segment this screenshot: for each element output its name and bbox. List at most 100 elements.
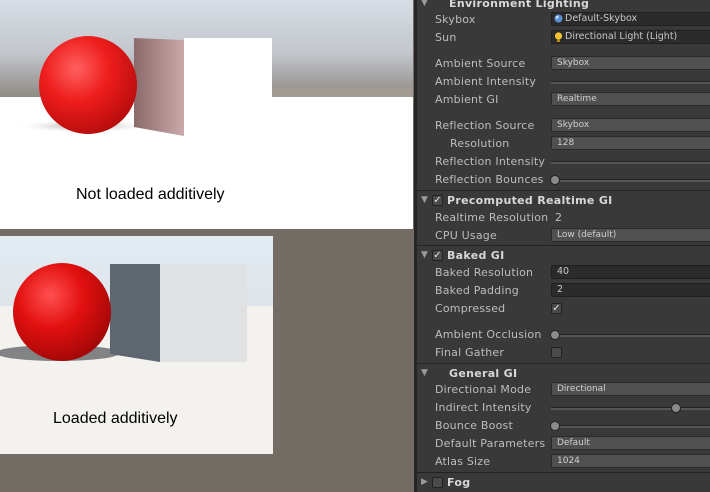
section-title: Environment Lighting (449, 0, 590, 10)
ambient-intensity-slider[interactable] (551, 81, 710, 84)
ambient-intensity-label: Ambient Intensity (435, 75, 537, 88)
cube-front-face (184, 38, 272, 136)
indirect-intensity-slider[interactable] (551, 403, 710, 413)
reflection-bounces-slider[interactable] (550, 175, 710, 185)
cube-side-face (134, 38, 184, 136)
section-title: Baked GI (447, 249, 505, 262)
triangle-down-icon[interactable]: ▼ (421, 368, 428, 378)
resolution-dropdown[interactable]: 128 (551, 136, 710, 150)
scene-preview-not-additive: Not loaded additively (0, 0, 413, 229)
cube-front-face (160, 264, 247, 362)
compressed-checkbox[interactable]: ✓ (551, 303, 562, 314)
default-parameters-label: Default Parameters (435, 437, 546, 450)
baked-resolution-field[interactable]: 40 (551, 265, 710, 279)
section-fog[interactable]: ▶ Fog (417, 474, 710, 492)
indirect-intensity-row: Indirect Intensity (417, 399, 710, 417)
section-title: Fog (447, 476, 471, 489)
baked-padding-label: Baked Padding (435, 284, 519, 297)
skybox-label: Skybox (435, 13, 476, 26)
precomputed-gi-checkbox[interactable]: ✓ (432, 195, 443, 206)
cpu-usage-row: CPU Usage Low (default) (417, 227, 710, 245)
cpu-usage-dropdown[interactable]: Low (default) (551, 228, 710, 242)
reflection-source-label: Reflection Source (435, 119, 535, 132)
skybox-field[interactable]: Default-Skybox (551, 12, 710, 26)
red-sphere (39, 36, 137, 134)
caption-not-loaded: Not loaded additively (76, 186, 225, 203)
slider-handle[interactable] (550, 421, 560, 431)
slider-handle[interactable] (550, 175, 560, 185)
resolution-row: Resolution 128 (417, 135, 710, 153)
section-title: Precomputed Realtime GI (447, 194, 613, 207)
ambient-occlusion-label: Ambient Occlusion (435, 328, 542, 341)
baked-gi-checkbox[interactable]: ✓ (432, 250, 443, 261)
baked-padding-field[interactable]: 2 (551, 283, 710, 297)
cpu-usage-label: CPU Usage (435, 229, 497, 242)
sphere-material-icon (554, 14, 563, 23)
sun-field[interactable]: Directional Light (Light) (551, 30, 710, 44)
section-precomputed-realtime-gi[interactable]: ▼ ✓ Precomputed Realtime GI (417, 192, 710, 210)
lighting-inspector-panel: ▼ Environment Lighting Skybox Default-Sk… (414, 0, 710, 492)
scene-preview-additive: Loaded additively (0, 236, 273, 454)
section-divider (417, 190, 710, 191)
reflection-source-row: Reflection Source Skybox (417, 117, 710, 135)
reflection-source-dropdown[interactable]: Skybox (551, 118, 710, 132)
triangle-down-icon[interactable]: ▼ (421, 250, 428, 260)
baked-resolution-label: Baked Resolution (435, 266, 534, 279)
directional-mode-dropdown[interactable]: Directional (551, 382, 710, 396)
caption-loaded: Loaded additively (53, 410, 178, 427)
sun-row: Sun Directional Light (Light) (417, 29, 710, 47)
red-sphere (13, 263, 111, 361)
reflection-intensity-label: Reflection Intensity (435, 155, 546, 168)
realtime-resolution-row: Realtime Resolution 2 (417, 209, 710, 227)
light-bulb-icon (554, 31, 563, 42)
default-parameters-row: Default Parameters Default (417, 435, 710, 453)
fog-checkbox[interactable] (432, 477, 443, 488)
ambient-gi-dropdown[interactable]: Realtime (551, 92, 710, 106)
ambient-gi-row: Ambient GI Realtime (417, 91, 710, 109)
ambient-source-label: Ambient Source (435, 57, 526, 70)
slider-handle[interactable] (671, 403, 681, 413)
resolution-label: Resolution (450, 137, 510, 150)
final-gather-row: Final Gather (417, 344, 710, 362)
compressed-label: Compressed (435, 302, 506, 315)
bounce-boost-label: Bounce Boost (435, 419, 513, 432)
cube-side-face (110, 264, 160, 362)
indirect-intensity-label: Indirect Intensity (435, 401, 532, 414)
reflection-bounces-label: Reflection Bounces (435, 173, 544, 186)
atlas-size-row: Atlas Size 1024 (417, 453, 710, 471)
triangle-right-icon[interactable]: ▶ (421, 477, 428, 487)
bounce-boost-slider[interactable] (550, 421, 710, 431)
ambient-occlusion-row: Ambient Occlusion (417, 326, 710, 344)
ambient-source-row: Ambient Source Skybox (417, 55, 710, 73)
final-gather-label: Final Gather (435, 346, 505, 359)
atlas-size-label: Atlas Size (435, 455, 491, 468)
directional-mode-row: Directional Mode Directional (417, 381, 710, 399)
baked-resolution-row: Baked Resolution 40 (417, 264, 710, 282)
directional-mode-label: Directional Mode (435, 383, 532, 396)
section-divider (417, 363, 710, 364)
realtime-resolution-value[interactable]: 2 (555, 211, 562, 224)
sun-label: Sun (435, 31, 457, 44)
ambient-source-dropdown[interactable]: Skybox (551, 56, 710, 70)
compressed-row: Compressed ✓ (417, 300, 710, 318)
ambient-gi-label: Ambient GI (435, 93, 499, 106)
final-gather-checkbox[interactable] (551, 347, 562, 358)
ambient-occlusion-slider[interactable] (550, 330, 710, 340)
ambient-intensity-row: Ambient Intensity (417, 73, 710, 91)
slider-handle[interactable] (550, 330, 560, 340)
section-divider (417, 472, 710, 473)
section-divider (417, 245, 710, 246)
bounce-boost-row: Bounce Boost (417, 417, 710, 435)
triangle-down-icon[interactable]: ▼ (421, 0, 428, 8)
realtime-resolution-label: Realtime Resolution (435, 211, 549, 224)
atlas-size-dropdown[interactable]: 1024 (551, 454, 710, 468)
baked-padding-row: Baked Padding 2 (417, 282, 710, 300)
default-parameters-dropdown[interactable]: Default (551, 436, 710, 450)
skybox-row: Skybox Default-Skybox (417, 11, 710, 29)
triangle-down-icon[interactable]: ▼ (421, 195, 428, 205)
section-title: General GI (449, 367, 518, 380)
reflection-intensity-row: Reflection Intensity (417, 153, 710, 171)
reflection-bounces-row: Reflection Bounces (417, 171, 710, 189)
section-baked-gi[interactable]: ▼ ✓ Baked GI (417, 247, 710, 265)
reflection-intensity-slider[interactable] (551, 161, 710, 164)
